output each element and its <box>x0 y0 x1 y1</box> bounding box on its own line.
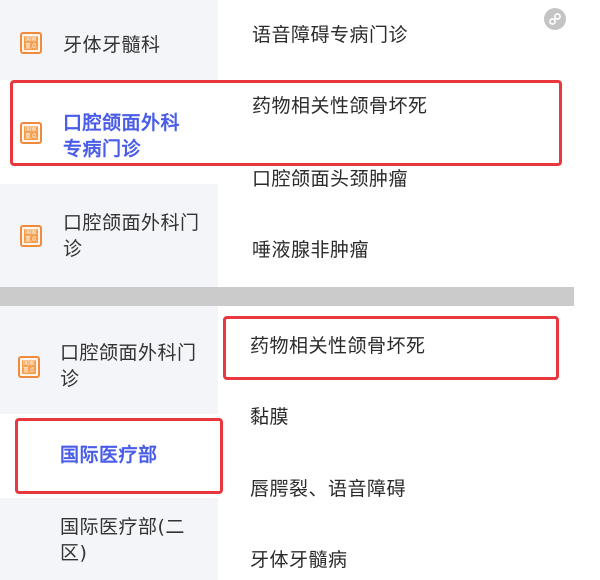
sidebar-item-international-medical-2[interactable]: 国际医疗部(二区) <box>0 500 218 580</box>
link-icon[interactable] <box>544 8 566 30</box>
clinic-item[interactable]: 黏膜 <box>250 404 289 430</box>
national-key-badge: 国家重点 <box>20 32 42 54</box>
highlight-box <box>10 80 562 166</box>
clinic-item[interactable]: 唇腭裂、语音障碍 <box>250 476 406 502</box>
clinic-item[interactable]: 唾液腺非肿瘤 <box>252 237 369 263</box>
national-key-badge: 国家重点 <box>18 356 40 378</box>
sidebar-item-endodontics[interactable]: 国家重点 牙体牙髓科 <box>0 8 218 78</box>
sidebar-item-maxillofacial-clinic[interactable]: 国家重点 口腔颌面外科门诊 <box>0 312 218 407</box>
sidebar-item-maxillofacial-clinic[interactable]: 国家重点 口腔颌面外科门诊 <box>0 188 218 283</box>
clinic-item[interactable]: 语音障碍专病门诊 <box>252 22 408 48</box>
clinic-item[interactable]: 口腔颌面头颈肿瘤 <box>252 166 408 192</box>
national-key-badge: 国家重点 <box>20 225 42 247</box>
sidebar-item-label: 口腔颌面外科门诊 <box>60 342 197 390</box>
highlight-box <box>223 316 559 380</box>
panel-divider <box>0 287 574 306</box>
sidebar-item-label: 国际医疗部(二区) <box>60 516 185 564</box>
badge-label: 国家重点 <box>24 229 38 243</box>
badge-label: 国家重点 <box>24 36 38 50</box>
sidebar-item-label: 口腔颌面外科门诊 <box>63 212 200 260</box>
clinic-item[interactable]: 牙体牙髓病 <box>250 547 348 573</box>
badge-label: 国家重点 <box>22 360 36 374</box>
sidebar-item-label: 牙体牙髓科 <box>63 34 161 56</box>
highlight-box <box>15 418 223 494</box>
